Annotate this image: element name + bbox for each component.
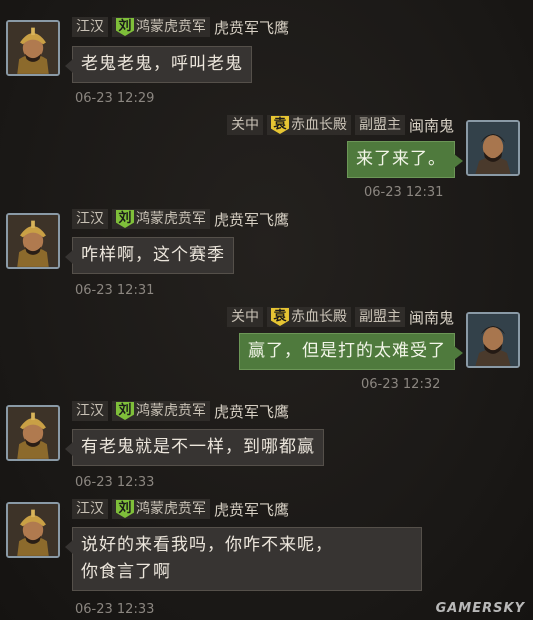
message-text-line: 说好的来看我吗，你咋不来呢， — [81, 535, 333, 555]
message-header: 江汉 刘鸿蒙虎贲军 虎贲军飞鹰 — [72, 16, 289, 38]
sender-name[interactable]: 闽南鬼 — [409, 307, 454, 328]
role-tag: 副盟主 — [354, 115, 405, 135]
message-bubble[interactable]: 说好的来看我吗，你咋不来呢， 你食言了啊 — [65, 527, 422, 591]
message-bubble[interactable]: 赢了，但是打的太难受了 — [239, 333, 463, 370]
armored-general-portrait-icon — [8, 215, 58, 267]
message-header: 江汉 刘鸿蒙虎贲军 虎贲军飞鹰 — [72, 208, 289, 230]
message-bubble[interactable]: 有老鬼就是不一样，到哪都赢 — [65, 429, 324, 466]
avatar-sender[interactable] — [6, 20, 60, 76]
armored-general-portrait-icon — [8, 504, 58, 556]
alliance-tag: 刘鸿蒙虎贲军 — [112, 17, 210, 37]
region-tag: 江汉 — [72, 499, 108, 519]
message-bubble[interactable]: 老鬼老鬼，呼叫老鬼 — [65, 46, 252, 83]
message-header: 关中 袁赤血长殿 副盟主 闽南鬼 — [226, 306, 454, 328]
alliance-tag: 刘鸿蒙虎贲军 — [112, 401, 210, 421]
faction-badge: 刘 — [116, 18, 134, 36]
sender-name[interactable]: 虎贲军飞鹰 — [214, 17, 289, 38]
message-text: 来了来了。 — [356, 149, 446, 169]
message-timestamp: 06-23 12:31 — [75, 283, 155, 298]
armored-general-portrait-icon — [8, 22, 58, 74]
faction-badge: 刘 — [116, 210, 134, 228]
chat-log[interactable]: 江汉 刘鸿蒙虎贲军 虎贲军飞鹰 老鬼老鬼，呼叫老鬼 06-23 12:29 关中… — [0, 0, 533, 620]
alliance-tag: 刘鸿蒙虎贲军 — [112, 499, 210, 519]
message-header: 关中 袁赤血长殿 副盟主 闽南鬼 — [226, 114, 454, 136]
message-timestamp: 06-23 12:29 — [75, 91, 155, 106]
alliance-name: 鸿蒙虎贲军 — [136, 501, 206, 517]
avatar-sender[interactable] — [6, 502, 60, 558]
alliance-tag: 袁赤血长殿 — [266, 115, 351, 135]
avatar-self[interactable] — [466, 312, 520, 368]
avatar-self[interactable] — [466, 120, 520, 176]
alliance-tag: 袁赤血长殿 — [266, 307, 351, 327]
watermark: GAMERSKY — [435, 601, 525, 616]
alliance-name: 赤血长殿 — [290, 309, 347, 325]
alliance-name: 赤血长殿 — [290, 117, 347, 133]
message-text: 赢了，但是打的太难受了 — [248, 341, 446, 361]
region-tag: 江汉 — [72, 401, 108, 421]
message-header: 江汉 刘鸿蒙虎贲军 虎贲军飞鹰 — [72, 400, 289, 422]
region-tag: 江汉 — [72, 209, 108, 229]
message-text: 有老鬼就是不一样，到哪都赢 — [81, 437, 315, 457]
bearded-strategist-portrait-icon — [468, 314, 518, 366]
message-header: 江汉 刘鸿蒙虎贲军 虎贲军飞鹰 — [72, 498, 289, 520]
avatar-sender[interactable] — [6, 213, 60, 269]
sender-name[interactable]: 闽南鬼 — [409, 115, 454, 136]
alliance-tag: 刘鸿蒙虎贲军 — [112, 209, 210, 229]
role-tag: 副盟主 — [354, 307, 405, 327]
message-timestamp: 06-23 12:31 — [364, 185, 444, 200]
armored-general-portrait-icon — [8, 407, 58, 459]
faction-badge: 刘 — [116, 402, 134, 420]
faction-badge: 刘 — [116, 500, 134, 518]
sender-name[interactable]: 虎贲军飞鹰 — [214, 499, 289, 520]
faction-badge: 袁 — [270, 116, 289, 134]
message-text-line: 你食言了啊 — [81, 562, 171, 582]
faction-badge: 袁 — [270, 308, 289, 326]
message-timestamp: 06-23 12:33 — [75, 602, 155, 617]
region-tag: 江汉 — [72, 17, 108, 37]
alliance-name: 鸿蒙虎贲军 — [136, 19, 206, 35]
message-text: 老鬼老鬼，呼叫老鬼 — [81, 54, 243, 74]
sender-name[interactable]: 虎贲军飞鹰 — [214, 209, 289, 230]
avatar-sender[interactable] — [6, 405, 60, 461]
message-bubble[interactable]: 来了来了。 — [347, 141, 463, 178]
message-bubble[interactable]: 咋样啊，这个赛季 — [65, 237, 234, 274]
region-tag: 关中 — [226, 307, 263, 327]
alliance-name: 鸿蒙虎贲军 — [136, 211, 206, 227]
bearded-strategist-portrait-icon — [468, 122, 518, 174]
message-timestamp: 06-23 12:33 — [75, 475, 155, 490]
message-timestamp: 06-23 12:32 — [361, 377, 441, 392]
region-tag: 关中 — [226, 115, 263, 135]
alliance-name: 鸿蒙虎贲军 — [136, 403, 206, 419]
sender-name[interactable]: 虎贲军飞鹰 — [214, 401, 289, 422]
message-text: 咋样啊，这个赛季 — [81, 245, 225, 265]
